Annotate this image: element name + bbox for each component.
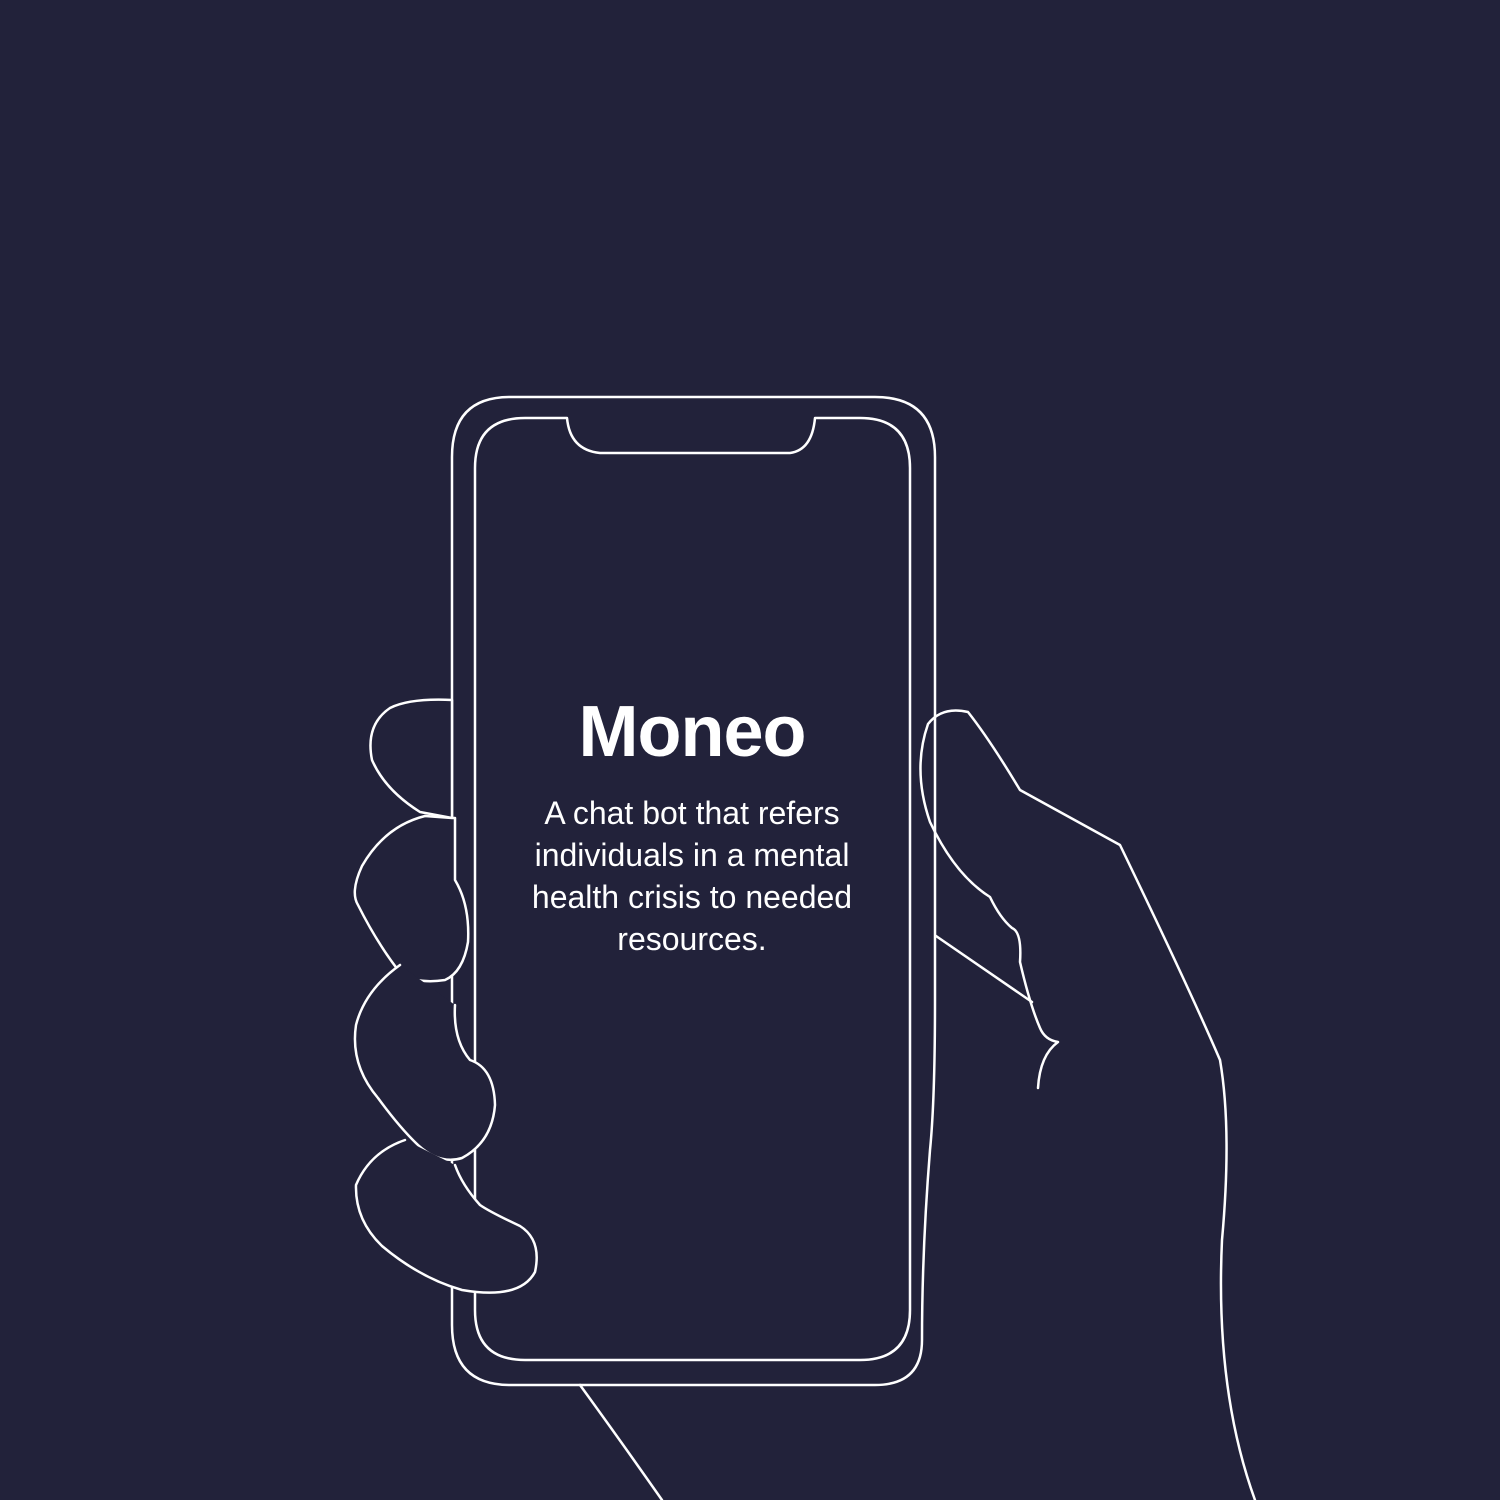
screen-content: Moneo A chat bot that refers individuals… bbox=[476, 690, 908, 960]
app-title: Moneo bbox=[578, 692, 807, 772]
hero-slide: Moneo A chat bot that refers individuals… bbox=[0, 0, 1500, 1500]
app-tagline: A chat bot that refers individuals in a … bbox=[531, 795, 853, 957]
